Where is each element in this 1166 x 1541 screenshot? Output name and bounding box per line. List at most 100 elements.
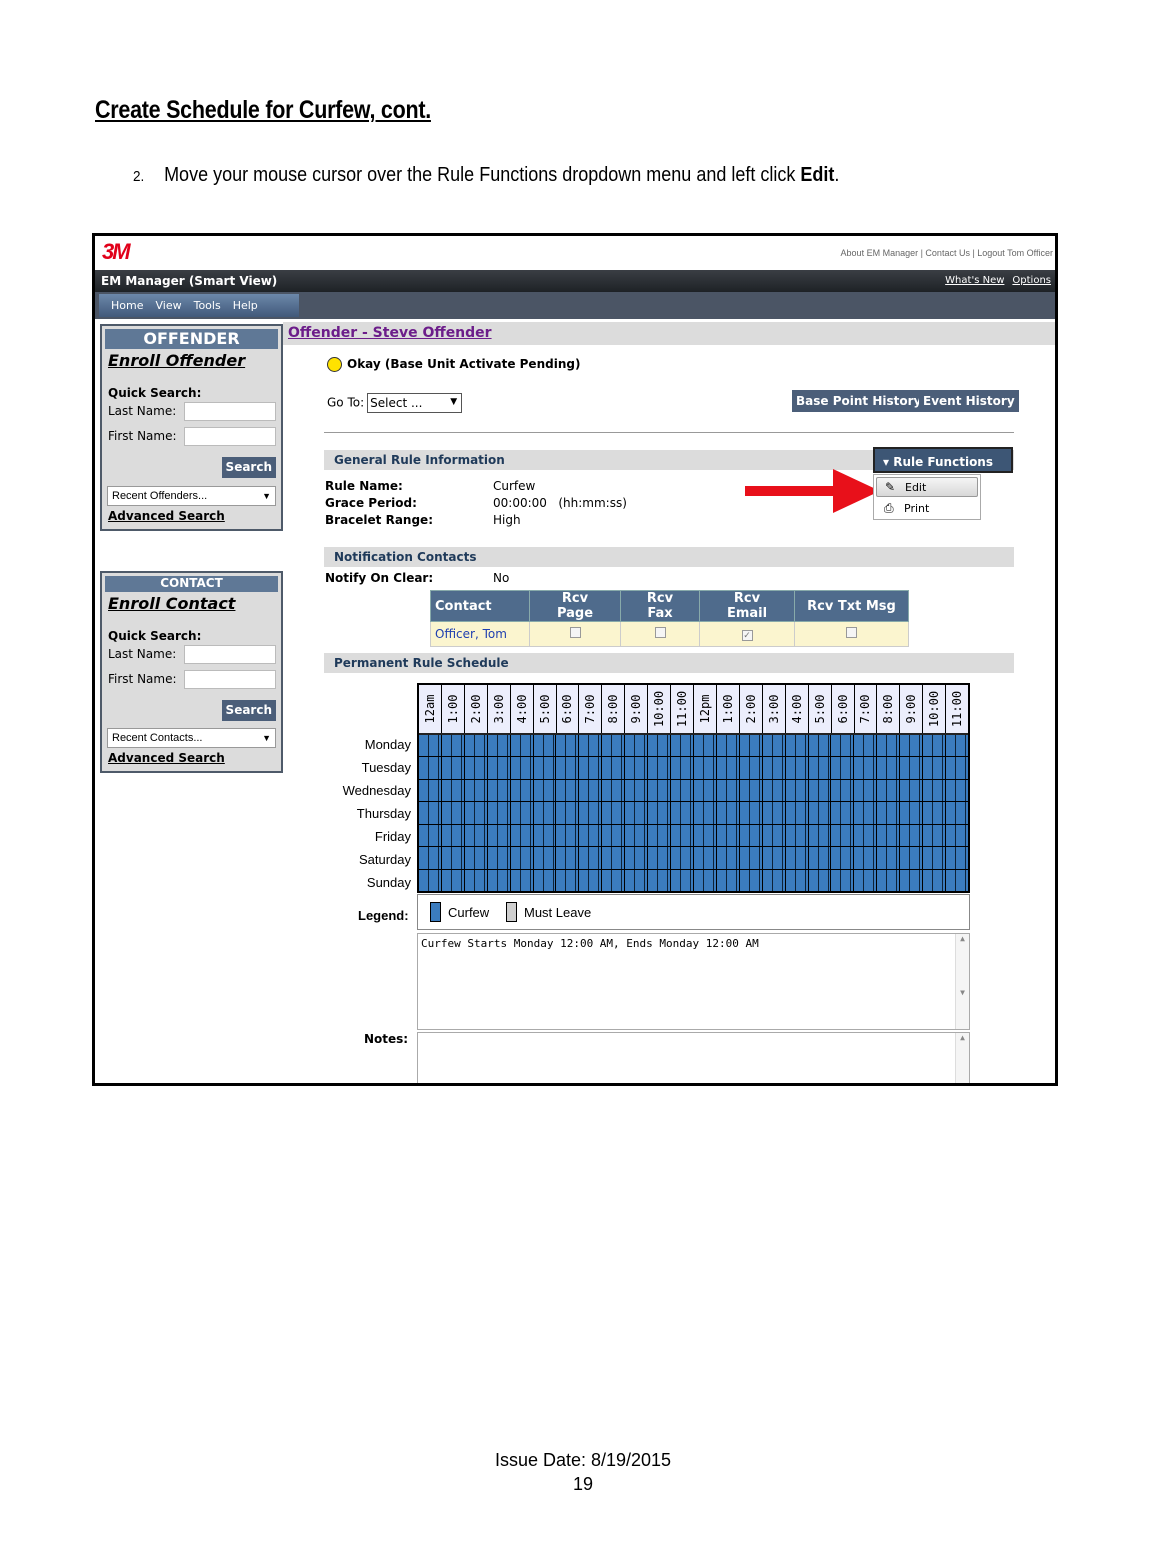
schedule-cell[interactable] (464, 824, 487, 847)
rule-functions-dropdown[interactable]: ▾ Rule Functions (873, 447, 1013, 473)
schedule-cell[interactable] (579, 847, 602, 869)
schedule-cell[interactable] (533, 779, 556, 802)
schedule-cell[interactable] (762, 779, 785, 802)
nav-home[interactable]: Home (111, 295, 143, 312)
schedule-cell[interactable] (831, 735, 854, 757)
goto-select[interactable]: Select ... ▼ (367, 393, 463, 413)
schedule-cell[interactable] (419, 824, 441, 847)
schedule-cell[interactable] (831, 757, 854, 779)
schedule-cell[interactable] (693, 869, 716, 891)
schedule-cell[interactable] (831, 779, 854, 802)
schedule-cell[interactable] (831, 869, 854, 891)
schedule-cell[interactable] (419, 847, 441, 869)
schedule-cell[interactable] (693, 847, 716, 869)
schedule-summary-textarea[interactable]: Curfew Starts Monday 12:00 AM, Ends Mond… (417, 933, 970, 1030)
schedule-cell[interactable] (716, 802, 739, 824)
contact-search-button[interactable]: Search (221, 700, 276, 721)
schedule-cell[interactable] (808, 757, 831, 779)
schedule-cell[interactable] (602, 824, 625, 847)
scrollbar[interactable]: ▲ ▼ (955, 934, 969, 1029)
top-links[interactable]: About EM Manager | Contact Us | Logout T… (841, 248, 1053, 258)
schedule-cell[interactable] (510, 824, 533, 847)
schedule-cell[interactable] (900, 735, 923, 757)
schedule-cell[interactable] (739, 779, 762, 802)
schedule-cell[interactable] (533, 757, 556, 779)
schedule-cell[interactable] (900, 869, 923, 891)
schedule-cell[interactable] (854, 869, 877, 891)
schedule-cell[interactable] (419, 757, 441, 779)
schedule-cell[interactable] (923, 802, 946, 824)
schedule-cell[interactable] (487, 824, 510, 847)
schedule-cell[interactable] (808, 802, 831, 824)
nav-view[interactable]: View (155, 295, 181, 312)
schedule-cell[interactable] (671, 847, 693, 869)
schedule-cell[interactable] (946, 824, 968, 847)
schedule-cell[interactable] (510, 802, 533, 824)
schedule-cell[interactable] (693, 735, 716, 757)
recent-offenders-select[interactable]: Recent Offenders... ▼ (107, 486, 276, 506)
schedule-cell[interactable] (533, 735, 556, 757)
schedule-cell[interactable] (877, 735, 900, 757)
schedule-cell[interactable] (808, 824, 831, 847)
contact-advanced-search-link[interactable]: Advanced Search (108, 751, 225, 765)
schedule-cell[interactable] (785, 824, 808, 847)
schedule-cell[interactable] (716, 735, 739, 757)
schedule-cell[interactable] (419, 802, 441, 824)
schedule-cell[interactable] (946, 735, 968, 757)
schedule-cell[interactable] (923, 847, 946, 869)
schedule-cell[interactable] (464, 869, 487, 891)
schedule-cell[interactable] (533, 869, 556, 891)
schedule-cell[interactable] (533, 824, 556, 847)
schedule-cell[interactable] (808, 869, 831, 891)
schedule-cell[interactable] (716, 824, 739, 847)
base-point-history-button[interactable]: Base Point History (792, 390, 926, 412)
schedule-cell[interactable] (464, 847, 487, 869)
schedule-cell[interactable] (854, 824, 877, 847)
schedule-cell[interactable] (487, 802, 510, 824)
schedule-cell[interactable] (900, 757, 923, 779)
schedule-cell[interactable] (556, 869, 579, 891)
schedule-cell[interactable] (648, 802, 671, 824)
schedule-cell[interactable] (900, 779, 923, 802)
schedule-cell[interactable] (854, 757, 877, 779)
schedule-cell[interactable] (648, 869, 671, 891)
nav-help[interactable]: Help (233, 295, 258, 312)
schedule-cell[interactable] (625, 869, 648, 891)
schedule-cell[interactable] (877, 802, 900, 824)
schedule-cell[interactable] (671, 824, 693, 847)
menu-item-edit[interactable]: ✎ Edit (876, 477, 978, 497)
schedule-cell[interactable] (487, 735, 510, 757)
schedule-cell[interactable] (510, 847, 533, 869)
schedule-cell[interactable] (946, 757, 968, 779)
contact-first-name-input[interactable] (184, 670, 276, 689)
schedule-cell[interactable] (762, 824, 785, 847)
schedule-cell[interactable] (648, 735, 671, 757)
schedule-cell[interactable] (762, 757, 785, 779)
schedule-cell[interactable] (487, 869, 510, 891)
options-link[interactable]: Options (1012, 275, 1051, 286)
schedule-cell[interactable] (648, 824, 671, 847)
schedule-cell[interactable] (739, 802, 762, 824)
schedule-cell[interactable] (923, 779, 946, 802)
contact-last-name-input[interactable] (184, 645, 276, 664)
schedule-cell[interactable] (579, 779, 602, 802)
schedule-cell[interactable] (923, 757, 946, 779)
schedule-cell[interactable] (785, 847, 808, 869)
schedule-cell[interactable] (762, 802, 785, 824)
schedule-cell[interactable] (923, 824, 946, 847)
schedule-cell[interactable] (693, 802, 716, 824)
schedule-cell[interactable] (693, 779, 716, 802)
rcv-page-checkbox[interactable] (569, 626, 581, 638)
schedule-cell[interactable] (762, 735, 785, 757)
schedule-cell[interactable] (487, 757, 510, 779)
schedule-cell[interactable] (716, 847, 739, 869)
schedule-cell[interactable] (625, 757, 648, 779)
schedule-cell[interactable] (556, 779, 579, 802)
schedule-cell[interactable] (739, 847, 762, 869)
schedule-cell[interactable] (510, 779, 533, 802)
schedule-cell[interactable] (648, 757, 671, 779)
offender-first-name-input[interactable] (184, 427, 276, 446)
schedule-cell[interactable] (946, 847, 968, 869)
schedule-cell[interactable] (808, 735, 831, 757)
schedule-cell[interactable] (785, 757, 808, 779)
